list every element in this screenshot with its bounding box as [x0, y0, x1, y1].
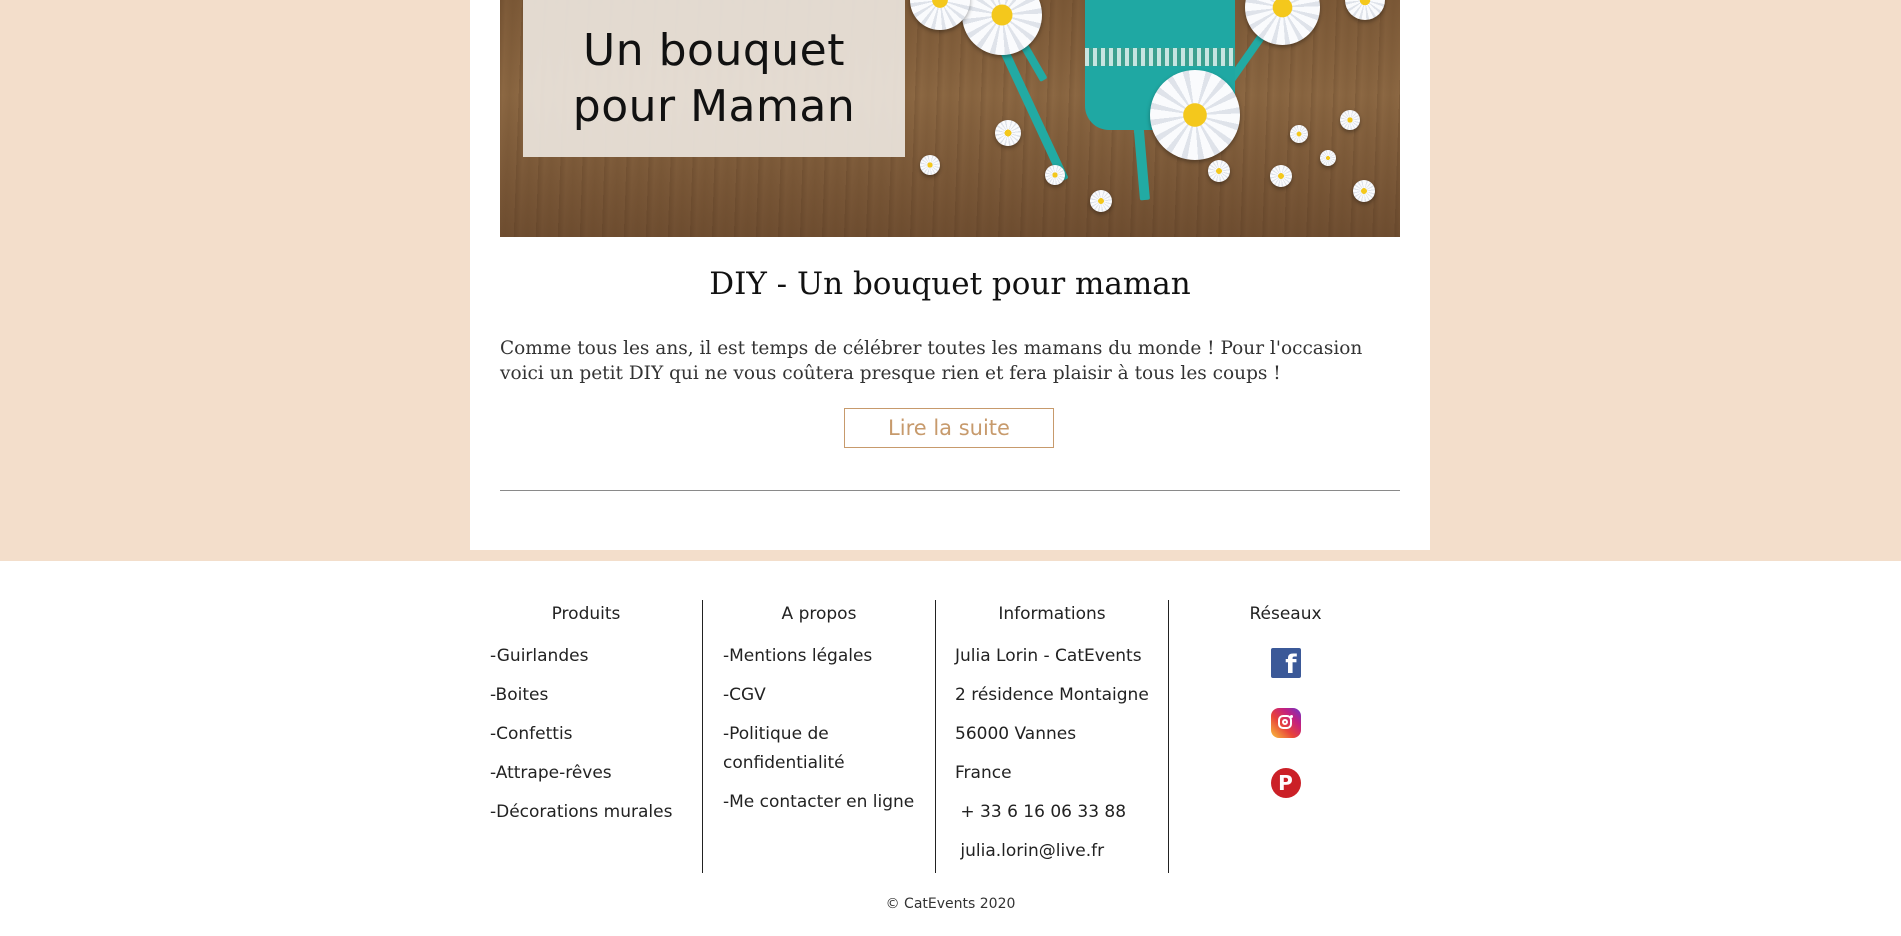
daisy-flower	[1208, 160, 1230, 182]
daisy-flower	[995, 120, 1021, 146]
footer-link-politique-confidentialite[interactable]: -Politique de confidentialité	[723, 720, 853, 778]
daisy-flower	[1353, 180, 1375, 202]
daisy-flower	[920, 155, 940, 175]
daisy-flower	[1345, 0, 1385, 20]
info-city: 56000 Vannes	[955, 724, 1077, 744]
hero-title-line-1: Un bouquet	[583, 24, 845, 76]
footer-link-attrape-reves[interactable]: -Attrape-rêves	[490, 759, 702, 788]
footer-column-informations: Informations Julia Lorin - CatEvents 2 r…	[936, 600, 1169, 873]
daisy-flower	[1150, 70, 1240, 160]
daisy-flower	[1045, 165, 1065, 185]
post-excerpt: Comme tous les ans, il est temps de célé…	[500, 338, 1363, 384]
instagram-icon-dot	[1289, 715, 1293, 718]
instagram-icon[interactable]	[1270, 708, 1301, 738]
facebook-icon[interactable]: f	[1270, 648, 1301, 678]
pinterest-icon[interactable]: P	[1270, 768, 1301, 798]
footer-link-boites[interactable]: -Boites	[490, 681, 702, 710]
info-phone[interactable]: + 33 6 16 06 33 88	[955, 798, 1168, 827]
daisy-flower	[1090, 190, 1112, 212]
footer-link-decorations-murales[interactable]: -Décorations murales	[490, 798, 702, 827]
vase-ribbon	[1085, 48, 1235, 66]
daisy-flower	[1340, 110, 1360, 130]
post-title[interactable]: DIY - Un bouquet pour maman	[500, 266, 1400, 302]
post-hero-image[interactable]: Un bouquet pour Maman	[500, 0, 1400, 237]
post-divider	[500, 490, 1400, 491]
footer-heading-apropos: A propos	[781, 604, 857, 624]
info-country: France	[955, 763, 1012, 783]
instagram-icon-lens	[1281, 719, 1288, 725]
footer-heading-informations: Informations	[998, 604, 1106, 624]
footer-column-apropos: A propos -Mentions légales -CGV -Politiq…	[703, 600, 936, 873]
footer-link-cgv[interactable]: -CGV	[723, 681, 915, 710]
daisy-flower	[910, 0, 970, 30]
info-company: Julia Lorin - CatEvents	[955, 646, 1142, 666]
hero-title-line-2: pour Maman	[572, 80, 856, 132]
info-email[interactable]: julia.lorin@live.fr	[955, 837, 1168, 866]
footer-heading-reseaux: Réseaux	[1249, 604, 1322, 624]
footer-link-guirlandes[interactable]: -Guirlandes	[490, 642, 702, 671]
blog-post-card: Un bouquet pour Maman DIY - Un bouquet p…	[470, 0, 1430, 550]
daisy-flower	[1290, 125, 1308, 143]
info-street: 2 résidence Montaigne	[955, 685, 1149, 705]
copyright-text: © CatEvents 2020	[885, 896, 1016, 912]
footer-link-mentions-legales[interactable]: -Mentions légales	[723, 642, 915, 671]
footer-link-confettis[interactable]: -Confettis	[490, 720, 702, 749]
hero-title-overlay: Un bouquet pour Maman	[523, 0, 905, 157]
footer-link-contact[interactable]: -Me contacter en ligne	[723, 788, 915, 817]
read-more-button[interactable]: Lire la suite	[844, 408, 1054, 448]
daisy-flower	[1320, 150, 1336, 166]
footer-column-produits: Produits -Guirlandes -Boites -Confettis …	[470, 600, 703, 873]
daisy-flower	[1270, 165, 1292, 187]
footer-column-reseaux: Réseaux f P	[1169, 600, 1402, 873]
footer-heading-produits: Produits	[551, 604, 621, 624]
daisy-flower	[962, 0, 1042, 55]
